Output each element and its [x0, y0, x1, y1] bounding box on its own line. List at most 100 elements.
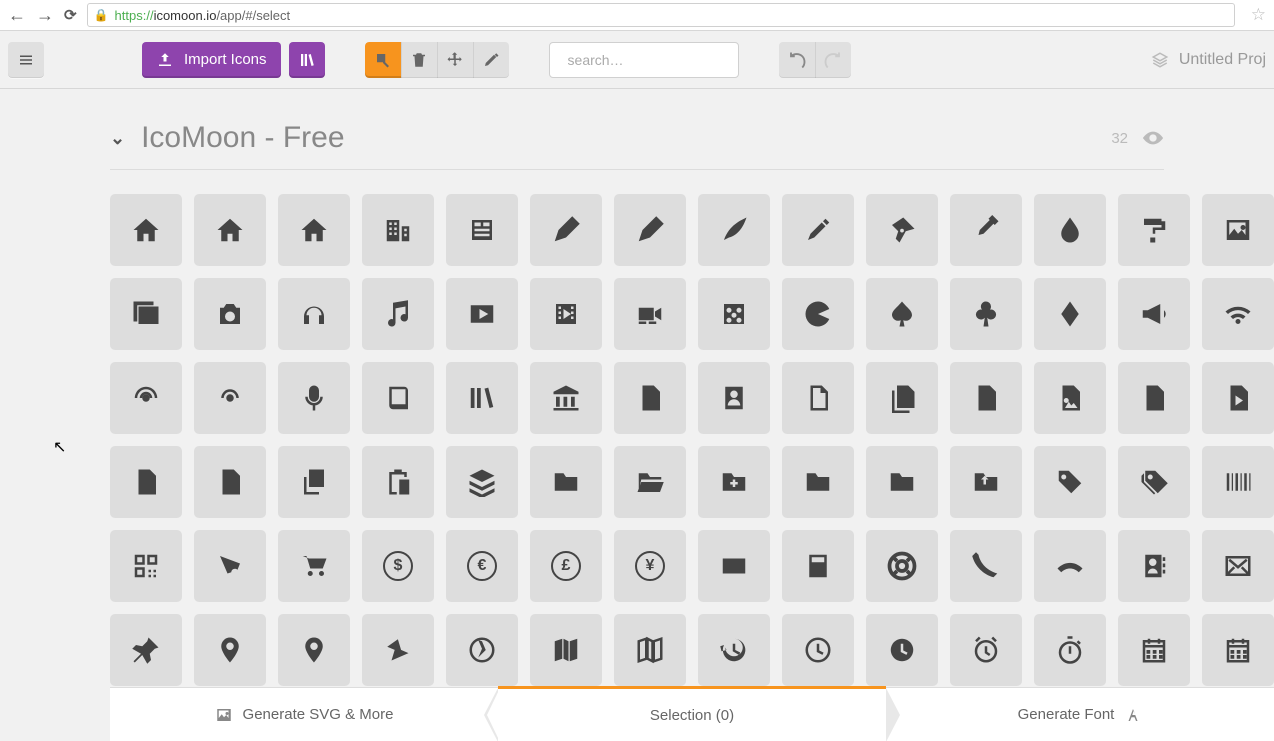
icon-connection[interactable]	[1202, 278, 1274, 350]
reload-button[interactable]: ⟳	[64, 6, 77, 24]
icon-library[interactable]	[530, 362, 602, 434]
icon-calendar2[interactable]	[1202, 614, 1274, 686]
icon-stack[interactable]	[446, 446, 518, 518]
edit-tool-button[interactable]	[473, 42, 509, 78]
icon-profile[interactable]	[698, 362, 770, 434]
icon-eyedropper[interactable]	[950, 194, 1022, 266]
icon-stopwatch[interactable]	[1034, 614, 1106, 686]
icon-folder-open[interactable]	[614, 446, 686, 518]
icon-headphones[interactable]	[278, 278, 350, 350]
icon-lifebuoy[interactable]	[866, 530, 938, 602]
icon-pushpin[interactable]	[110, 614, 182, 686]
icon-pencil2[interactable]	[614, 194, 686, 266]
icon-file-play[interactable]	[1202, 362, 1274, 434]
icon-paint-format[interactable]	[1118, 194, 1190, 266]
generate-font-tab[interactable]: Generate Font	[886, 688, 1274, 741]
icon-cart[interactable]	[278, 530, 350, 602]
icon-barcode[interactable]	[1202, 446, 1274, 518]
project-menu[interactable]: Untitled Proj	[1151, 51, 1266, 69]
icon-history[interactable]	[698, 614, 770, 686]
icon-play[interactable]	[446, 278, 518, 350]
bookmark-star-icon[interactable]: ☆	[1251, 5, 1266, 25]
forward-button[interactable]: →	[36, 5, 54, 26]
search-input[interactable]	[568, 52, 749, 68]
search-box[interactable]	[549, 42, 739, 78]
icon-file-text[interactable]	[614, 362, 686, 434]
undo-button[interactable]	[779, 42, 815, 78]
icon-phone-hang-up[interactable]	[1034, 530, 1106, 602]
icon-price-tags[interactable]	[1118, 446, 1190, 518]
icon-set-toggle[interactable]: ⌄ IcoMoon - Free	[110, 121, 345, 155]
icon-books[interactable]	[446, 362, 518, 434]
icon-phone[interactable]	[950, 530, 1022, 602]
selection-tab[interactable]: Selection (0)	[498, 686, 886, 741]
icon-map[interactable]	[530, 614, 602, 686]
icon-credit-card[interactable]	[698, 530, 770, 602]
import-icons-button[interactable]: Import Icons	[142, 42, 281, 78]
icon-alarm[interactable]	[950, 614, 1022, 686]
icon-file-text2[interactable]	[950, 362, 1022, 434]
icon-coin-euro[interactable]: €	[446, 530, 518, 602]
icon-pen[interactable]	[782, 194, 854, 266]
icon-paste[interactable]	[362, 446, 434, 518]
icon-folder-upload[interactable]	[950, 446, 1022, 518]
hamburger-menu-button[interactable]	[8, 42, 44, 78]
icon-ticket[interactable]	[194, 530, 266, 602]
icon-clock2[interactable]	[866, 614, 938, 686]
icon-coin-dollar[interactable]: $	[362, 530, 434, 602]
generate-svg-tab[interactable]: Generate SVG & More	[110, 688, 498, 741]
icon-podcast[interactable]	[110, 362, 182, 434]
icon-feed[interactable]	[194, 362, 266, 434]
icon-dice[interactable]	[698, 278, 770, 350]
icon-qrcode[interactable]	[110, 530, 182, 602]
icon-envelop[interactable]	[1202, 530, 1274, 602]
icon-video-camera[interactable]	[614, 278, 686, 350]
icon-mic[interactable]	[278, 362, 350, 434]
icon-address-book[interactable]	[1118, 530, 1190, 602]
icon-file-empty[interactable]	[782, 362, 854, 434]
icon-calculator[interactable]	[782, 530, 854, 602]
icon-home[interactable]	[110, 194, 182, 266]
icon-diamonds[interactable]	[1034, 278, 1106, 350]
icon-image[interactable]	[1202, 194, 1274, 266]
icon-coin-yen[interactable]: ¥	[614, 530, 686, 602]
icon-home2[interactable]	[194, 194, 266, 266]
icon-file-picture[interactable]	[1034, 362, 1106, 434]
icon-price-tag[interactable]	[1034, 446, 1106, 518]
icon-pacman[interactable]	[782, 278, 854, 350]
icon-compass[interactable]	[362, 614, 434, 686]
icon-map2[interactable]	[614, 614, 686, 686]
icon-images[interactable]	[110, 278, 182, 350]
icon-location[interactable]	[194, 614, 266, 686]
library-button[interactable]	[289, 42, 325, 78]
icon-file-zip[interactable]	[194, 446, 266, 518]
icon-bullhorn[interactable]	[1118, 278, 1190, 350]
icon-folder-minus[interactable]	[782, 446, 854, 518]
icon-folder[interactable]	[530, 446, 602, 518]
icon-folder-download[interactable]	[866, 446, 938, 518]
eye-icon[interactable]	[1142, 127, 1164, 149]
icon-pencil[interactable]	[530, 194, 602, 266]
delete-tool-button[interactable]	[401, 42, 437, 78]
icon-file-video[interactable]	[110, 446, 182, 518]
icon-location2[interactable]	[278, 614, 350, 686]
icon-folder-plus[interactable]	[698, 446, 770, 518]
icon-newspaper[interactable]	[446, 194, 518, 266]
icon-droplet[interactable]	[1034, 194, 1106, 266]
icon-book[interactable]	[362, 362, 434, 434]
icon-office[interactable]	[362, 194, 434, 266]
select-tool-button[interactable]	[365, 42, 401, 78]
icon-clubs[interactable]	[950, 278, 1022, 350]
icon-nib[interactable]	[866, 194, 938, 266]
icon-files-empty[interactable]	[866, 362, 938, 434]
icon-file-music[interactable]	[1118, 362, 1190, 434]
icon-compass2[interactable]	[446, 614, 518, 686]
icon-home3[interactable]	[278, 194, 350, 266]
icon-quill[interactable]	[698, 194, 770, 266]
icon-music[interactable]	[362, 278, 434, 350]
url-bar[interactable]: 🔒 https://icomoon.io/app/#/select	[87, 3, 1235, 27]
icon-film[interactable]	[530, 278, 602, 350]
icon-coin-pound[interactable]: £	[530, 530, 602, 602]
icon-spades[interactable]	[866, 278, 938, 350]
icon-calendar[interactable]	[1118, 614, 1190, 686]
